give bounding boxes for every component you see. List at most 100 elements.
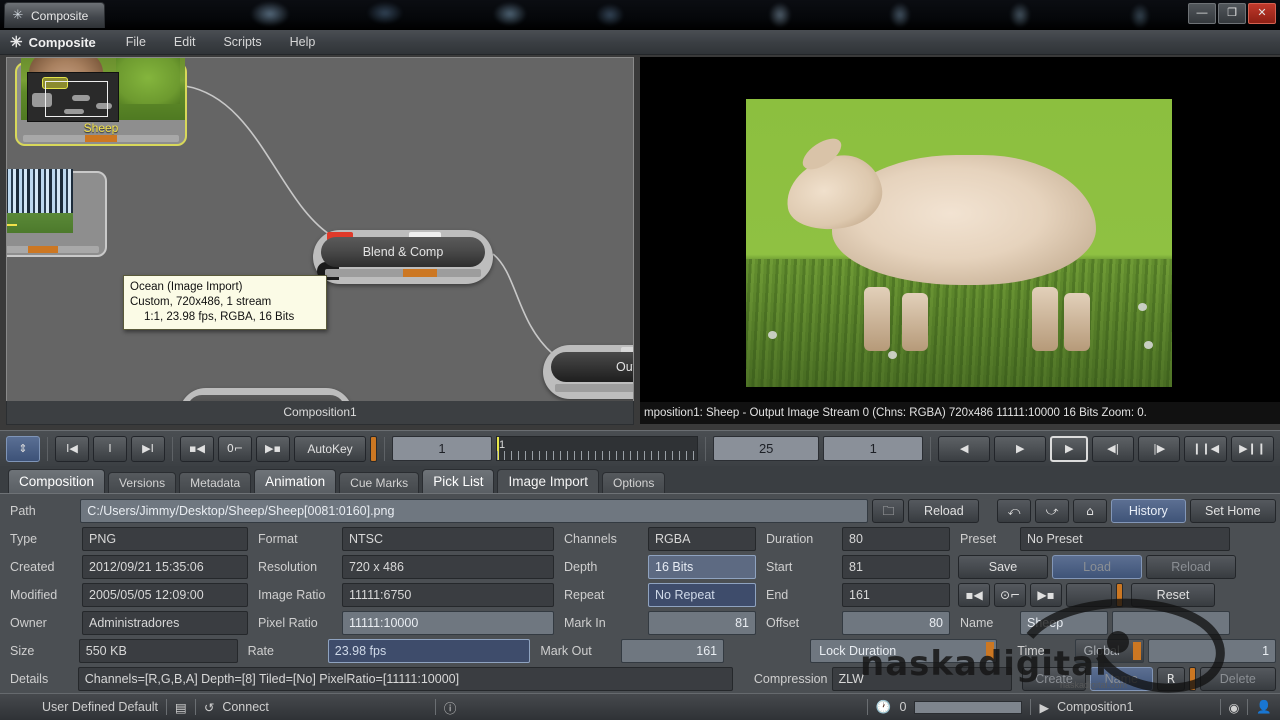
mark-out-button[interactable]: ▶▪ (1030, 583, 1062, 607)
repeat-field[interactable]: No Repeat (648, 583, 756, 607)
menu-brand[interactable]: ✳ Composite (0, 30, 112, 55)
preset-field[interactable]: No Preset (1020, 527, 1230, 551)
tab-versions[interactable]: Versions (108, 472, 177, 494)
history-button[interactable]: History (1110, 499, 1186, 523)
rn-button[interactable]: R (1156, 667, 1185, 691)
first-key-button[interactable]: I◀ (55, 435, 89, 462)
undo-curve-icon[interactable]: ↺ (204, 700, 214, 715)
film-reel-icon[interactable]: ◉ (1229, 700, 1240, 715)
duration-field[interactable]: 80 (842, 527, 950, 551)
preset-save-button[interactable]: Save (958, 555, 1048, 579)
mark-orange-indicator[interactable] (1116, 583, 1123, 607)
format-field[interactable]: NTSC (342, 527, 554, 551)
node-output[interactable]: Outpu (543, 345, 633, 399)
reset-button[interactable]: Reset (1131, 583, 1215, 607)
offset-field[interactable]: 80 (842, 611, 950, 635)
mark-lock-button[interactable]: ⊙⌐ (994, 583, 1026, 607)
redo-arc-icon[interactable]: ⤻ (1034, 499, 1069, 523)
tab-image-import[interactable]: Image Import (497, 469, 599, 494)
menu-item-scripts[interactable]: Scripts (209, 30, 275, 55)
channels-field[interactable]: RGBA (648, 527, 756, 551)
menu-item-help[interactable]: Help (276, 30, 330, 55)
autokey-indicator[interactable] (370, 435, 377, 462)
tab-composition[interactable]: Composition (8, 469, 106, 494)
resolution-field[interactable]: 720 x 486 (342, 555, 554, 579)
node-blend-and-comp[interactable]: Blend & Comp (313, 230, 493, 284)
maximize-button[interactable]: ❐ (1218, 3, 1246, 24)
tab-pick-list[interactable]: Pick List (422, 469, 495, 494)
panels-icon[interactable]: ▤ (175, 700, 187, 715)
details-field[interactable]: Channels=[R,G,B,A] Depth=[8] Tiled=[No] … (77, 667, 734, 691)
minimap-viewport[interactable] (45, 81, 108, 117)
play-forward-button[interactable]: ▶ (994, 435, 1047, 462)
preset-load-button[interactable]: Load (1052, 555, 1142, 579)
preset-reload-button[interactable]: Reload (1146, 555, 1236, 579)
compression-field[interactable]: ZLW (831, 667, 1013, 691)
start-field[interactable]: 81 (842, 555, 950, 579)
timeline-ruler[interactable]: 1 (496, 436, 699, 461)
current-frame-field[interactable]: 1 (392, 436, 492, 461)
pixel-ratio-field[interactable]: 11111:10000 (342, 611, 554, 635)
node-sheep[interactable]: Sheep (15, 58, 187, 146)
image-viewer[interactable] (640, 57, 1280, 402)
name-button[interactable]: Name (1089, 667, 1153, 691)
owner-field[interactable]: Administradores (82, 611, 248, 635)
mark-in-button[interactable]: ▪◀ (958, 583, 990, 607)
node-ocean[interactable]: cean (7, 169, 107, 257)
time-value-field[interactable]: 1 (1147, 639, 1277, 663)
tab-options[interactable]: Options (601, 472, 666, 494)
mark-extra-button[interactable] (1066, 583, 1112, 607)
time-mode-toggle[interactable]: Global (1074, 639, 1144, 663)
mark-in-field[interactable]: 81 (648, 611, 756, 635)
person-icon[interactable]: 👤 (1256, 699, 1272, 715)
menu-item-edit[interactable]: Edit (160, 30, 210, 55)
next-mark-button[interactable]: ▶▪ (256, 435, 290, 462)
goto-end-button[interactable]: ▶❙❙ (1231, 435, 1274, 462)
create-button[interactable]: Create (1022, 667, 1086, 691)
tab-metadata[interactable]: Metadata (179, 472, 252, 494)
delete-orange-indicator[interactable] (1188, 667, 1196, 691)
lock-duration-toggle[interactable]: Lock Duration (810, 639, 998, 663)
next-key-button[interactable]: ▶I (131, 435, 165, 462)
home-icon[interactable]: ⌂ (1072, 499, 1107, 523)
play-circle-icon[interactable]: ▶ (1039, 700, 1049, 715)
step-back-button[interactable]: ◀| (1092, 435, 1135, 462)
prev-mark-button[interactable]: ▪◀ (180, 435, 214, 462)
name-field[interactable]: Sheep (1020, 611, 1108, 635)
folder-browse-icon[interactable]: 🗀 (872, 499, 905, 523)
frame-step-field[interactable]: 1 (823, 436, 924, 461)
cycle-keys-button[interactable]: ⇕ (6, 435, 40, 462)
set-key-button[interactable]: I (93, 435, 127, 462)
connect-label[interactable]: Connect (222, 700, 269, 714)
path-input[interactable]: C:/Users/Jimmy/Desktop/Sheep/Sheep[0081:… (80, 499, 869, 523)
minimize-button[interactable]: — (1188, 3, 1216, 24)
node-graph-canvas[interactable]: Sheep cean Blend & Comp Outpu (6, 57, 634, 425)
delete-button[interactable]: Delete (1199, 667, 1276, 691)
modified-field[interactable]: 2005/05/05 12:09:00 (82, 583, 248, 607)
end-field[interactable]: 161 (842, 583, 950, 607)
key-lock-button[interactable]: 0⌐ (218, 435, 252, 462)
tab-cue-marks[interactable]: Cue Marks (339, 472, 420, 494)
mark-out-field[interactable]: 161 (620, 639, 725, 663)
tab-animation[interactable]: Animation (254, 469, 337, 494)
play-reverse-button[interactable]: ◀ (938, 435, 991, 462)
size-field[interactable]: 550 KB (78, 639, 238, 663)
play-loop-button[interactable]: ▶ (1050, 435, 1089, 462)
autokey-button[interactable]: AutoKey (294, 435, 366, 462)
type-field[interactable]: PNG (82, 527, 248, 551)
created-field[interactable]: 2012/09/21 15:35:06 (82, 555, 248, 579)
close-button[interactable]: ✕ (1248, 3, 1276, 24)
rate-field[interactable]: 23.98 fps (327, 639, 531, 663)
info-circle-icon[interactable]: ⓘ (444, 698, 457, 717)
name-extra-field[interactable] (1112, 611, 1230, 635)
frame-total-field[interactable]: 25 (713, 436, 820, 461)
goto-start-button[interactable]: ❙❙◀ (1184, 435, 1228, 462)
path-reload-button[interactable]: Reload (908, 499, 980, 523)
window-title-tab[interactable]: ✳ Composite (4, 2, 106, 28)
undo-arc-icon[interactable]: ⤺ (996, 499, 1031, 523)
step-forward-button[interactable]: |▶ (1138, 435, 1181, 462)
image-ratio-field[interactable]: 11111:6750 (342, 583, 554, 607)
menu-item-file[interactable]: File (112, 30, 160, 55)
set-home-button[interactable]: Set Home (1189, 499, 1276, 523)
depth-field[interactable]: 16 Bits (648, 555, 756, 579)
